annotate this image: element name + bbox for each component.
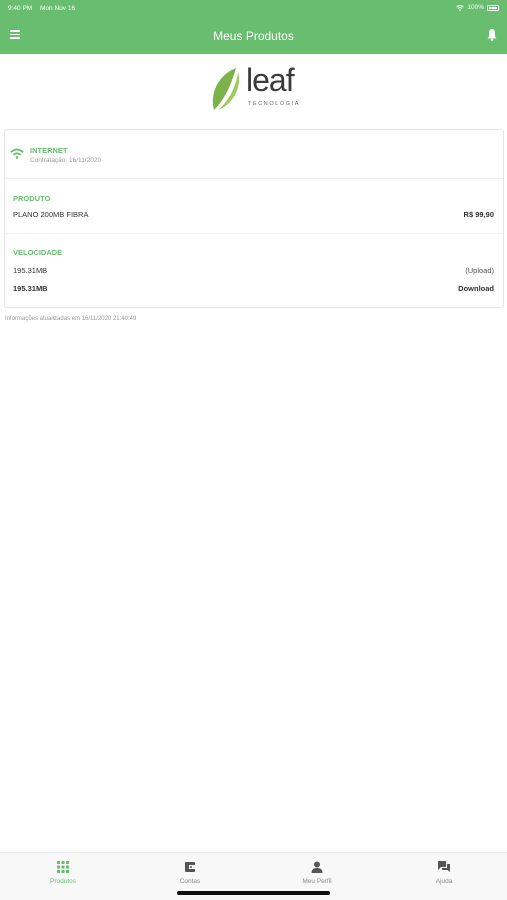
tab-ajuda[interactable]: Ajuda	[381, 853, 507, 897]
bell-icon[interactable]	[487, 28, 497, 41]
tab-label: Meu Perfil	[302, 878, 332, 885]
status-right: 100%	[456, 4, 499, 11]
status-bar: 9:40 PM Mon Nov 16 100%	[0, 0, 507, 18]
logo-subtitle: TECNOLOGIA	[248, 101, 301, 107]
user-icon	[311, 861, 323, 873]
wifi-icon	[10, 148, 24, 159]
battery-percent: 100%	[467, 4, 484, 11]
plan-price: R$ 99,90	[463, 210, 494, 219]
page-title: Meus Produtos	[213, 29, 294, 43]
status-date: Mon Nov 16	[40, 5, 76, 12]
app-header: 9:40 PM Mon Nov 16 100% Meus Produtos	[0, 0, 507, 54]
grid-icon	[57, 861, 69, 873]
speed-section-title: VELOCIDADE	[13, 248, 63, 257]
divider	[5, 178, 503, 179]
tab-produtos[interactable]: Produtos	[0, 853, 126, 897]
download-label: Download	[458, 284, 494, 293]
chat-icon	[438, 861, 450, 872]
download-value: 195.31MB	[13, 284, 48, 293]
status-time: 9:40 PM	[8, 5, 33, 12]
service-name: INTERNET	[30, 146, 68, 155]
status-left: 9:40 PM Mon Nov 16	[8, 5, 81, 12]
upload-label: (Upload)	[465, 266, 494, 275]
contract-date: Contratação: 16/11/2020	[30, 157, 102, 164]
home-indicator	[177, 891, 330, 895]
tab-label: Ajuda	[435, 878, 453, 885]
wallet-icon	[185, 862, 195, 872]
wifi-status-icon	[456, 4, 465, 11]
logo-wordmark: leaf	[246, 62, 295, 98]
upload-value: 195.31MB	[13, 266, 48, 275]
updated-timestamp: Informações atualizadas em 16/11/2020 21…	[5, 316, 137, 322]
divider	[5, 233, 503, 234]
product-section-title: PRODUTO	[13, 194, 51, 203]
battery-icon	[487, 4, 499, 11]
tab-label: Contas	[179, 878, 201, 885]
plan-name: PLANO 200MB FIBRA	[13, 210, 89, 219]
tab-label: Produtos	[49, 878, 77, 885]
